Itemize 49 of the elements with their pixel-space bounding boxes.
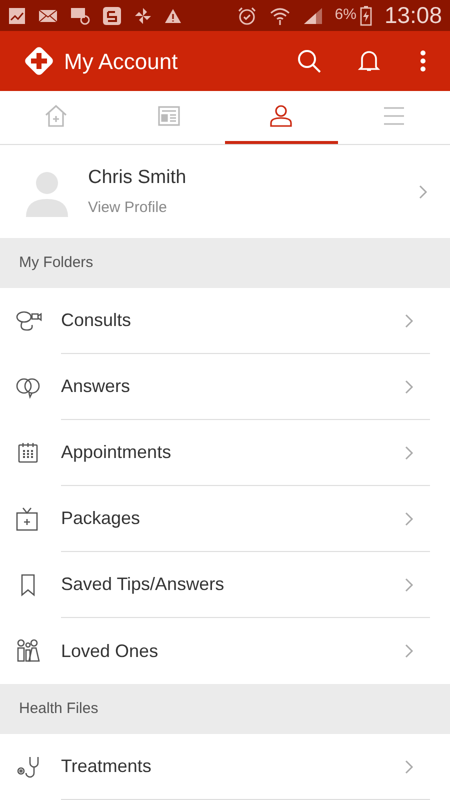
chevron-right-icon [404,643,414,659]
section-header: Health Files [0,684,450,734]
home-icon [43,103,70,129]
mail-icon [38,8,58,24]
folder-label: Loved Ones [61,640,160,662]
view-profile-link[interactable]: View Profile [88,196,418,219]
signal-icon [302,6,323,24]
folder-row[interactable]: Loved Ones [0,618,450,684]
pinwheel-icon [134,6,152,24]
folder-label: Consults [61,309,132,332]
folder-row[interactable]: Consults [0,288,450,354]
folder-row[interactable]: Answers [0,354,450,420]
section-header: My Folders [0,238,450,288]
folder-row[interactable]: Packages [0,486,450,552]
chevron-right-icon [404,444,414,460]
folder-label: Appointments [61,441,172,464]
bell-icon [358,49,380,73]
mail-at-icon [70,6,90,24]
battery-percent: 6% [334,5,356,26]
notifications-button[interactable] [358,49,380,73]
person-icon [268,103,294,129]
profile-name: Chris Smith [88,166,188,190]
chevron-right-icon [404,576,414,592]
folder-row[interactable]: Saved Tips/Answers [0,552,450,618]
warning-icon [164,8,182,24]
chevron-right-icon [404,312,414,328]
newspaper-icon [156,103,182,129]
chevron-right-icon [404,758,414,774]
chevron-right-icon [418,184,428,200]
search-icon [296,48,322,74]
chevron-right-icon [404,378,414,394]
more-icon [420,50,426,72]
more-options-button[interactable] [420,50,426,72]
folder-label: Packages [61,507,142,530]
folder-row[interactable]: Appointments [0,420,450,486]
profile-row[interactable]: Chris Smith View Profile [0,145,450,238]
search-button[interactable] [296,48,322,74]
folder-label: Answers [61,375,132,398]
screen-title: My Account [64,48,179,76]
folder-row[interactable]: Treatments [0,734,450,800]
image-icon [8,6,26,24]
battery-charging-icon [360,6,372,26]
folder-label: Saved Tips/Answers [61,573,226,596]
alarm-clock-icon [236,6,257,26]
wifi-icon [268,6,291,26]
chevron-right-icon [404,510,414,526]
clock-time: 13:08 [384,1,442,30]
app-icon [102,6,122,26]
folder-label: Treatments [61,755,152,778]
